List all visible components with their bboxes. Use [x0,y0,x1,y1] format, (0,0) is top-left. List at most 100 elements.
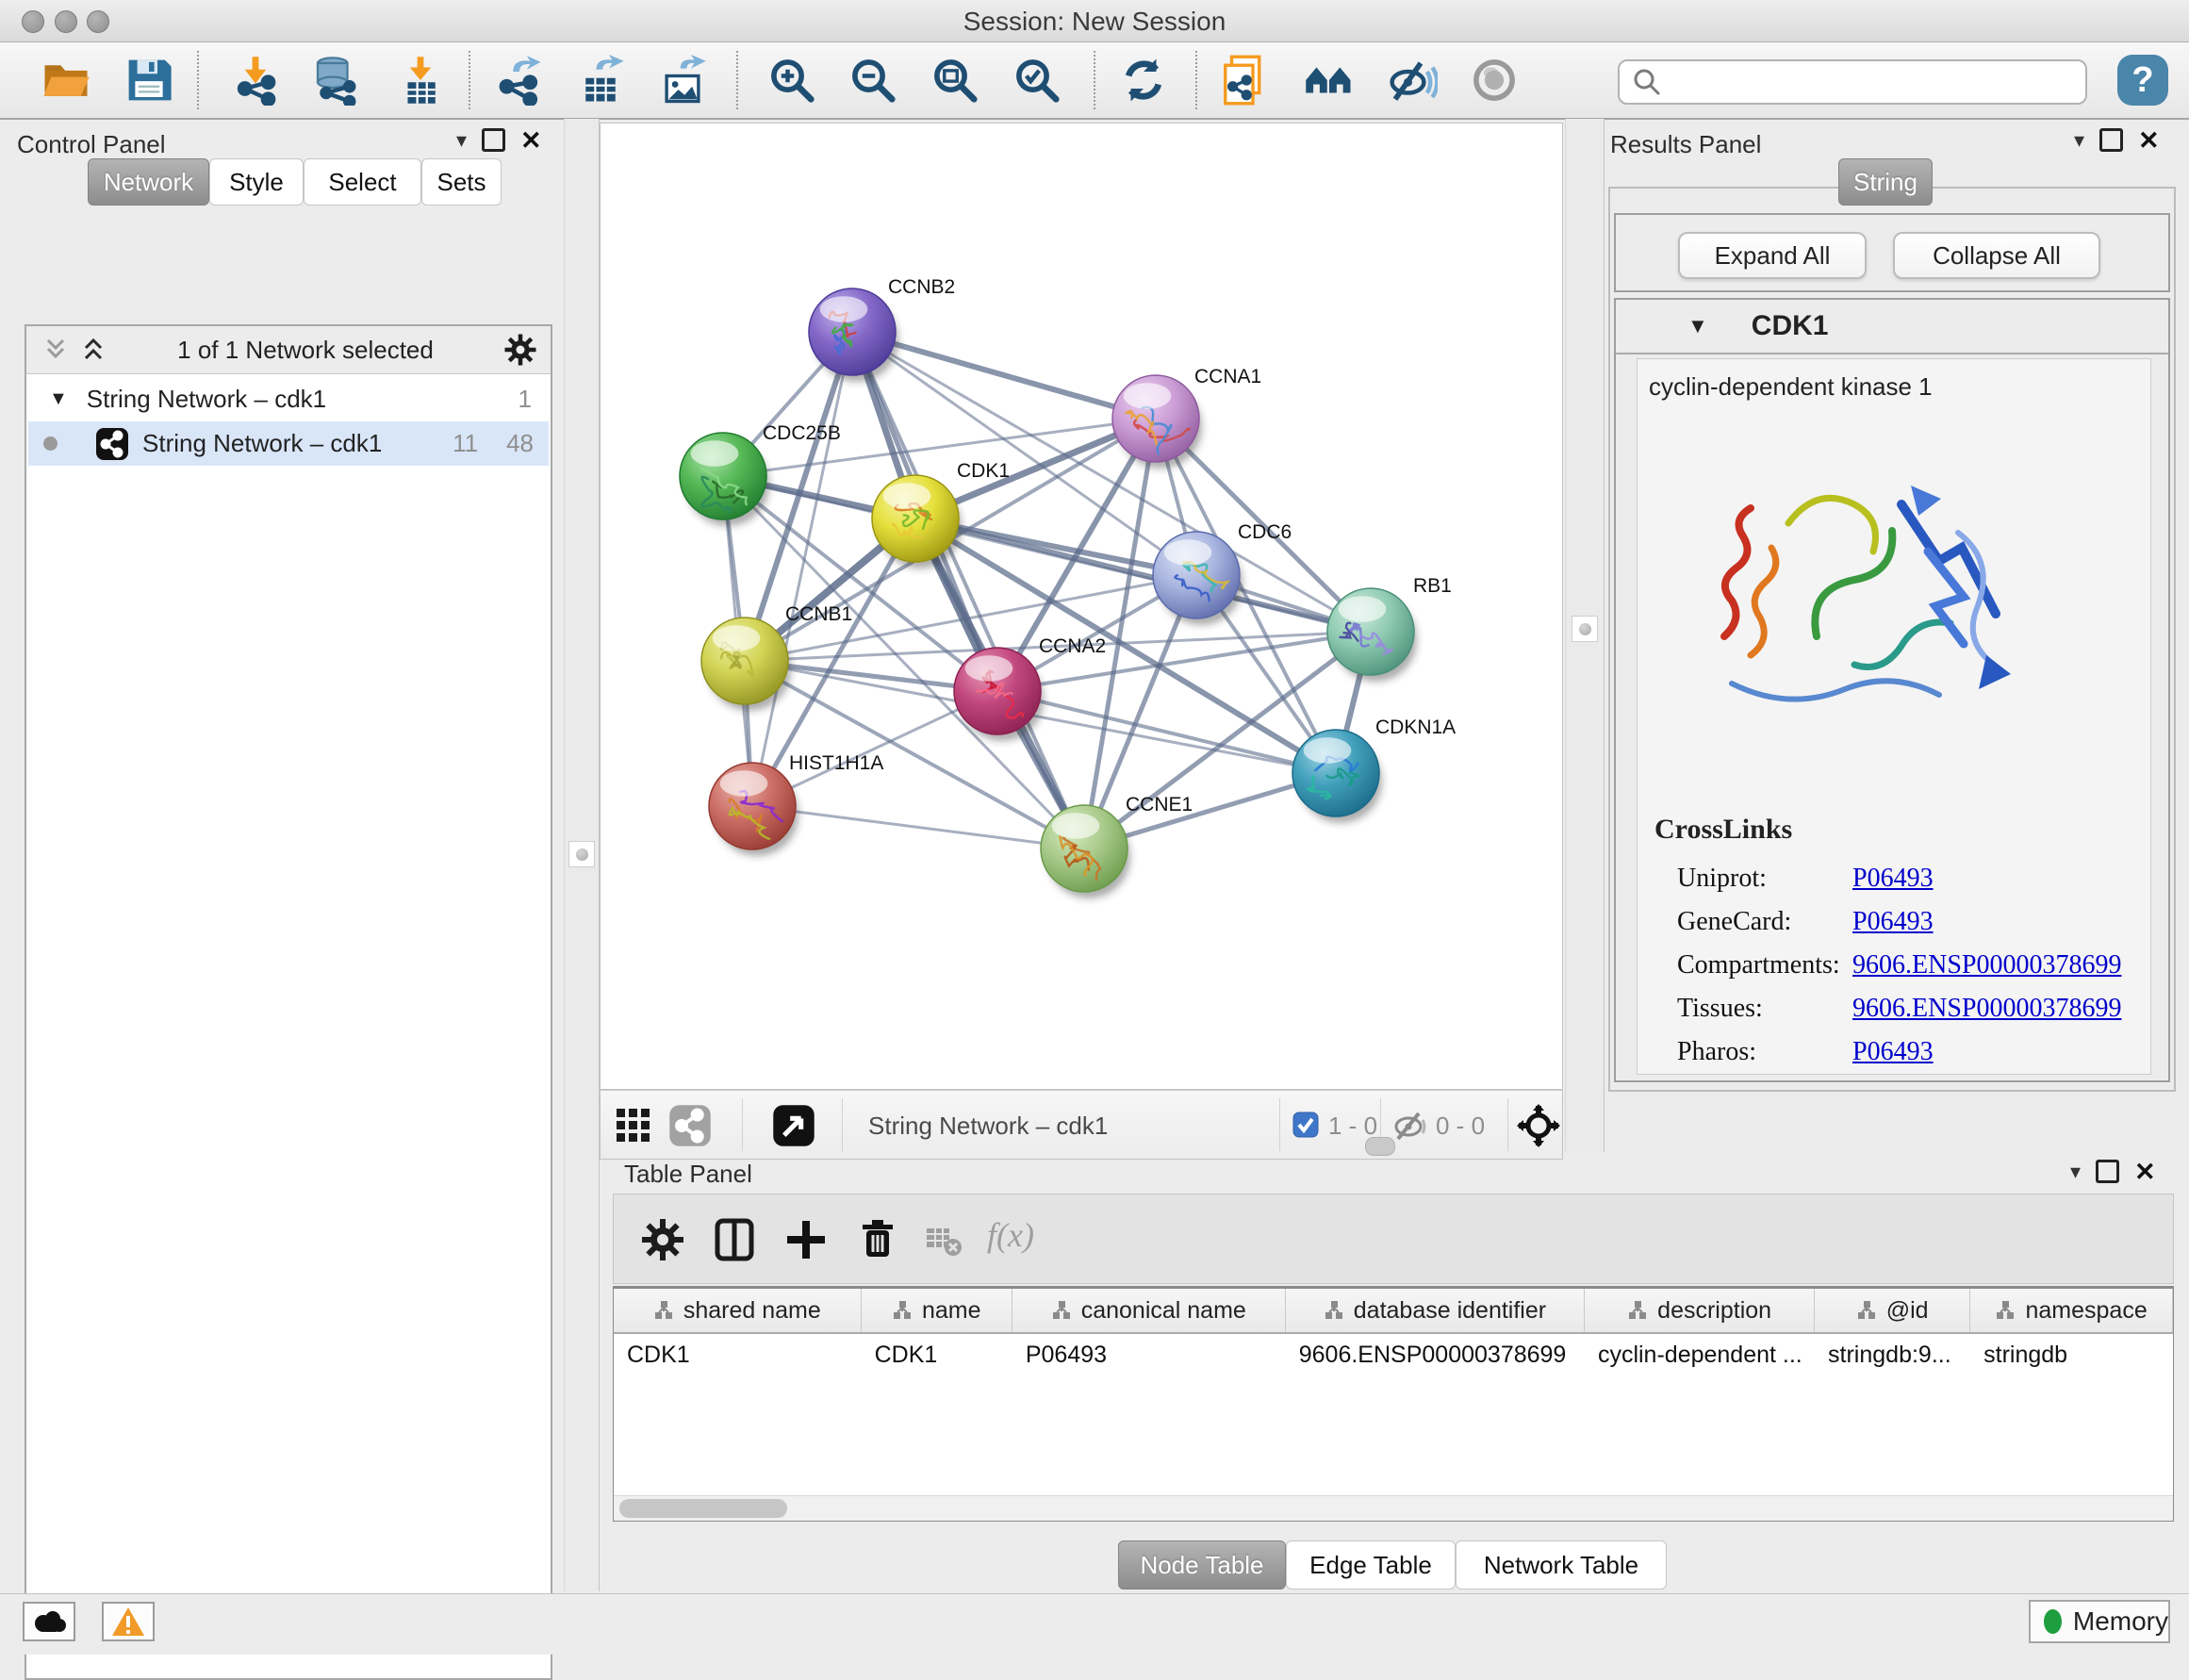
collapse-all-button[interactable]: Collapse All [1893,232,2100,279]
panel-menu-icon[interactable]: ▾ [2070,1162,2081,1181]
network-edge[interactable] [752,332,852,806]
panel-menu-icon[interactable]: ▾ [456,131,467,150]
zoom-in-icon[interactable] [766,55,817,106]
zoom-fit-icon[interactable] [930,55,980,106]
network-canvas[interactable]: CCNB2CCNA1CDC25BCDK1CDC6RB1CCNB1CCNA2CDK… [600,123,1563,1090]
cloud-button[interactable] [23,1602,75,1641]
tab-network-table[interactable]: Network Table [1456,1540,1667,1589]
tab-network[interactable]: Network [88,158,209,206]
zoom-selected-icon[interactable] [1012,55,1062,106]
table-options-gear-icon[interactable] [640,1217,685,1262]
network-edge[interactable] [752,806,1084,848]
tab-string[interactable]: String [1838,158,1933,206]
houses-icon[interactable] [1304,55,1355,106]
table-cell[interactable]: CDK1 [614,1334,862,1375]
export-table-icon[interactable] [575,55,626,106]
panel-close-icon[interactable]: ✕ [2134,1162,2156,1181]
table-row[interactable]: CDK1CDK1P064939606.ENSP00000378699cyclin… [614,1334,2173,1375]
table-cell[interactable]: 9606.ENSP00000378699 [1286,1334,1585,1375]
column-header-description[interactable]: description [1585,1289,1815,1332]
import-table-icon[interactable] [395,55,446,106]
gray-eye-icon[interactable] [1469,55,1520,106]
column-header--id[interactable]: @id [1815,1289,1970,1332]
network-node-cdk1[interactable]: CDK1 [872,460,1010,568]
tab-style[interactable]: Style [209,158,304,206]
network-row-selected[interactable]: String Network – cdk1 11 48 [28,421,549,466]
column-header-name[interactable]: name [862,1289,1012,1332]
show-columns-icon[interactable] [712,1217,757,1262]
hide-graphics-details-icon[interactable] [1387,55,1438,106]
grid-view-icon[interactable] [616,1108,651,1144]
crosslink-link[interactable]: 9606.ENSP00000378699 [1852,950,2121,980]
crosslink-row: Compartments:9606.ENSP00000378699 [1677,944,2139,987]
search-icon [1631,66,1663,98]
table-hscrollbar[interactable] [614,1495,2173,1521]
expand-all-button[interactable]: Expand All [1678,232,1867,279]
network-graph[interactable]: CCNB2CCNA1CDC25BCDK1CDC6RB1CCNB1CCNA2CDK… [601,124,1562,1089]
collection-count: 1 [518,385,532,414]
detach-view-icon[interactable] [772,1104,815,1147]
network-node-cdc25b[interactable]: CDC25B [680,422,841,526]
birdseye-crosshair-icon[interactable] [1517,1104,1560,1147]
search-input[interactable] [1669,67,2085,98]
zoom-out-icon[interactable] [848,55,898,106]
memory-button[interactable]: Memory [2029,1600,2170,1643]
crosslink-link[interactable]: P06493 [1852,1037,1934,1067]
panel-close-icon[interactable]: ✕ [2138,131,2160,150]
network-from-clipboard-icon[interactable] [1219,55,1270,106]
network-options-gear-icon[interactable] [503,333,537,367]
right-splitter[interactable] [1565,119,1605,1152]
tab-select[interactable]: Select [304,158,421,206]
panel-float-icon[interactable] [2099,128,2123,152]
panel-float-icon[interactable] [2096,1160,2119,1183]
tab-sets[interactable]: Sets [421,158,502,206]
delete-column-trash-icon[interactable] [855,1217,900,1262]
network-edge[interactable] [852,332,1084,848]
column-header-shared-name[interactable]: shared name [614,1289,862,1332]
panel-float-icon[interactable] [482,128,505,152]
network-view-icon[interactable] [668,1104,712,1147]
right-splitter-handle[interactable] [1572,616,1598,642]
table-cell[interactable]: stringdb:9... [1815,1334,1970,1375]
network-node-ccnb2[interactable]: CCNB2 [809,276,955,382]
export-network-icon[interactable] [494,55,545,106]
table-cell[interactable]: CDK1 [862,1334,1012,1375]
table-cell[interactable]: P06493 [1012,1334,1286,1375]
table-cell[interactable]: cyclin-dependent ... [1585,1334,1815,1375]
crosslink-link[interactable]: P06493 [1852,907,1934,937]
column-header-canonical-name[interactable]: canonical name [1012,1289,1286,1332]
help-icon[interactable]: ? [2117,55,2168,106]
export-image-icon[interactable] [657,55,708,106]
selected-checkbox-icon[interactable] [1292,1112,1319,1138]
add-column-icon[interactable] [783,1217,829,1262]
network-node-rb1[interactable]: RB1 [1327,575,1452,682]
tab-edge-table[interactable]: Edge Table [1286,1540,1456,1589]
column-header-database-identifier[interactable]: database identifier [1286,1289,1585,1332]
tab-node-table[interactable]: Node Table [1118,1540,1286,1589]
column-header-namespace[interactable]: namespace [1970,1289,2173,1332]
table-cell[interactable]: stringdb [1970,1334,2173,1375]
crosslink-link[interactable]: 9606.ENSP00000378699 [1852,994,2121,1024]
left-splitter[interactable] [564,119,600,1591]
warning-button[interactable] [102,1602,155,1641]
collapse-all-chevron-icon[interactable] [41,336,70,364]
panel-close-icon[interactable]: ✕ [520,131,542,150]
network-node-hist1h1a[interactable]: HIST1H1A [709,752,883,856]
import-network-icon[interactable] [230,55,281,106]
save-session-icon[interactable] [123,55,174,106]
left-splitter-handle[interactable] [568,841,595,867]
tree-expand-icon[interactable]: ▼ [49,388,68,410]
open-session-icon[interactable] [41,55,91,106]
entry-collapse-icon[interactable]: ▼ [1687,314,1708,338]
panel-menu-icon[interactable]: ▾ [2074,131,2084,150]
network-collection-row[interactable]: ▼ String Network – cdk1 1 [28,377,549,421]
crosslink-link[interactable]: P06493 [1852,864,1934,894]
import-database-icon[interactable] [309,55,360,106]
refresh-icon[interactable] [1118,55,1169,106]
network-node-ccna1[interactable]: CCNA1 [1112,366,1261,469]
gene-entry-header[interactable]: ▼ CDK1 [1616,300,2168,353]
expand-all-chevron-icon[interactable] [79,336,107,364]
hidden-eye-icon[interactable] [1392,1110,1428,1142]
column-type-icon [1051,1300,1072,1321]
table-hscroll-thumb[interactable] [619,1499,787,1518]
